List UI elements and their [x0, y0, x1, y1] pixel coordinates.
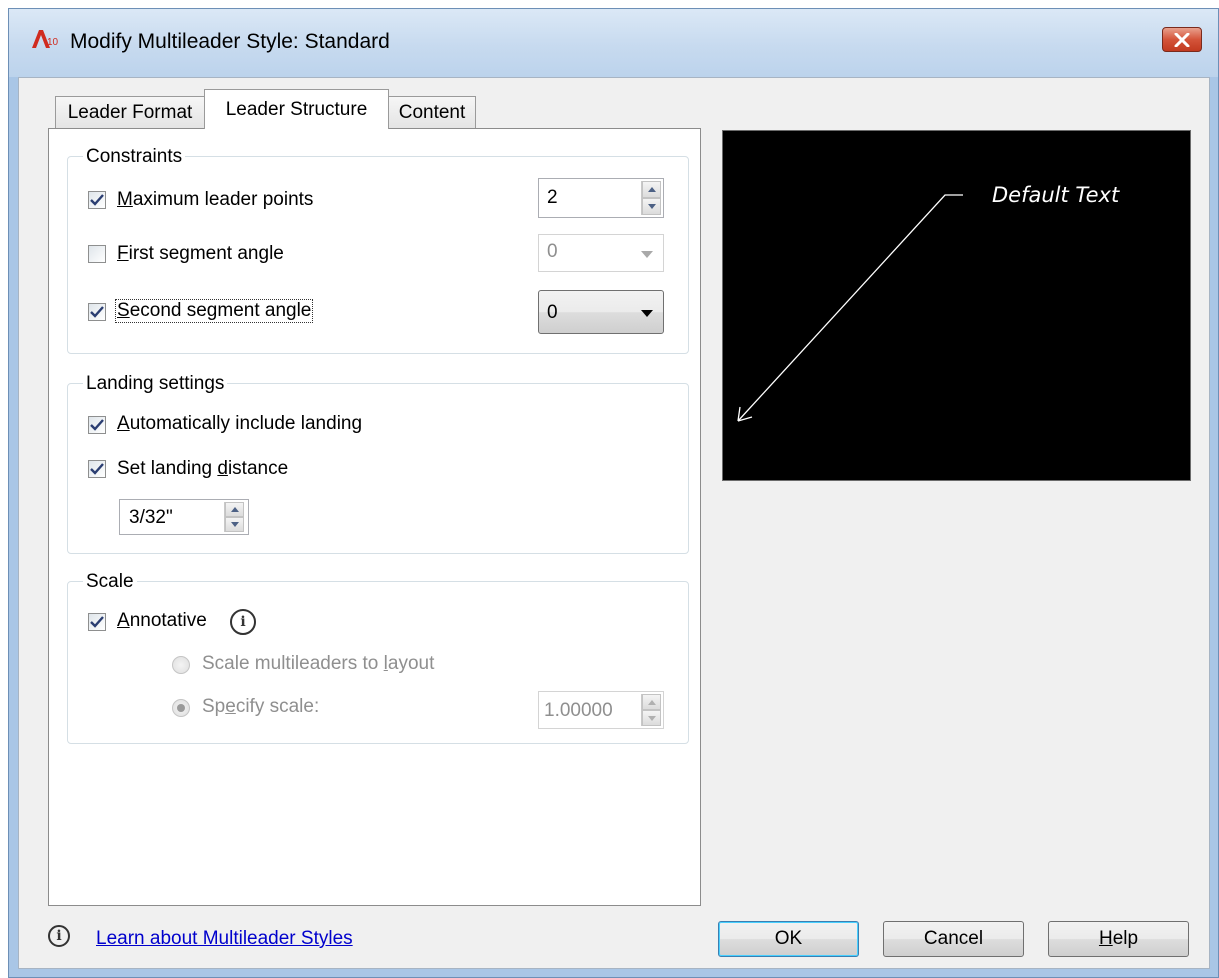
tab-content[interactable]: Content	[388, 96, 476, 128]
landing-settings-group-title: Landing settings	[83, 373, 228, 395]
scale-group-title: Scale	[83, 571, 137, 593]
first-segment-angle-checkbox[interactable]	[88, 245, 106, 263]
max-leader-points-spinner[interactable]: 2	[538, 178, 664, 218]
spinner-buttons[interactable]	[641, 694, 661, 726]
info-icon: i	[48, 925, 70, 947]
spinner-up-icon[interactable]	[642, 694, 661, 710]
annotative-checkbox[interactable]	[88, 613, 106, 631]
second-segment-angle-label: Second segment angle	[114, 299, 314, 323]
auto-include-landing-checkbox[interactable]	[88, 416, 106, 434]
spinner-down-icon[interactable]	[642, 198, 661, 215]
ok-button[interactable]: OK	[718, 921, 859, 957]
help-button[interactable]: Help	[1048, 921, 1189, 957]
set-landing-distance-checkbox[interactable]	[88, 460, 106, 478]
max-leader-points-label: Maximum leader points	[117, 189, 314, 210]
checkmark-icon	[90, 419, 104, 431]
autocad-icon: 10	[30, 28, 62, 50]
checkmark-icon	[90, 306, 104, 318]
scale-value-spinner[interactable]: 1.00000	[538, 691, 664, 729]
landing-distance-value: 3/32"	[129, 507, 173, 528]
checkmark-icon	[90, 616, 104, 628]
spinner-buttons[interactable]	[224, 502, 244, 532]
spinner-up-icon[interactable]	[225, 502, 244, 517]
close-button[interactable]	[1162, 27, 1202, 52]
second-segment-angle-value: 0	[547, 302, 558, 323]
help-button-mnemonic: H	[1098, 928, 1113, 949]
chevron-down-icon	[641, 251, 653, 258]
constraints-group-title: Constraints	[83, 146, 186, 168]
auto-include-landing-label: Automatically include landing	[117, 413, 363, 434]
close-icon	[1174, 32, 1190, 47]
specify-scale-radio[interactable]	[172, 699, 190, 717]
tab-leader-format[interactable]: Leader Format	[55, 96, 205, 128]
scale-to-layout-label: Scale multileaders to layout	[202, 653, 435, 674]
leader-arrow-drawing	[737, 194, 963, 422]
preview-default-text: Default Text	[992, 183, 1120, 207]
second-segment-angle-combo[interactable]: 0	[538, 290, 664, 334]
radio-dot-icon	[177, 704, 185, 712]
second-segment-angle-checkbox[interactable]	[88, 303, 106, 321]
checkmark-icon	[90, 194, 104, 206]
chevron-down-icon	[641, 310, 653, 317]
info-icon[interactable]: i	[230, 609, 256, 635]
svg-text:10: 10	[47, 37, 59, 48]
landing-distance-spinner[interactable]: 3/32"	[119, 499, 249, 535]
set-landing-distance-label: Set landing distance	[117, 458, 289, 479]
scale-to-layout-radio[interactable]	[172, 656, 190, 674]
dialog-title: Modify Multileader Style: Standard	[70, 30, 390, 53]
specify-scale-label: Specify scale:	[202, 696, 320, 717]
first-segment-angle-label: First segment angle	[117, 243, 284, 264]
spinner-up-icon[interactable]	[642, 181, 661, 198]
spinner-down-icon[interactable]	[225, 517, 244, 532]
checkmark-icon	[90, 463, 104, 475]
cancel-button[interactable]: Cancel	[883, 921, 1024, 957]
leader-preview: Default Text	[722, 130, 1191, 481]
scale-value: 1.00000	[544, 700, 613, 721]
help-button-label: elp	[1112, 928, 1139, 949]
learn-about-multileader-styles-link[interactable]: Learn about Multileader Styles	[96, 928, 353, 950]
annotative-label: Annotative	[117, 610, 207, 631]
spinner-buttons[interactable]	[641, 181, 661, 215]
first-segment-angle-value: 0	[547, 241, 558, 262]
max-leader-points-checkbox[interactable]	[88, 191, 106, 209]
spinner-down-icon[interactable]	[642, 710, 661, 726]
first-segment-angle-combo[interactable]: 0	[538, 234, 664, 272]
tab-leader-structure[interactable]: Leader Structure	[204, 89, 389, 129]
max-leader-points-value: 2	[547, 187, 558, 208]
